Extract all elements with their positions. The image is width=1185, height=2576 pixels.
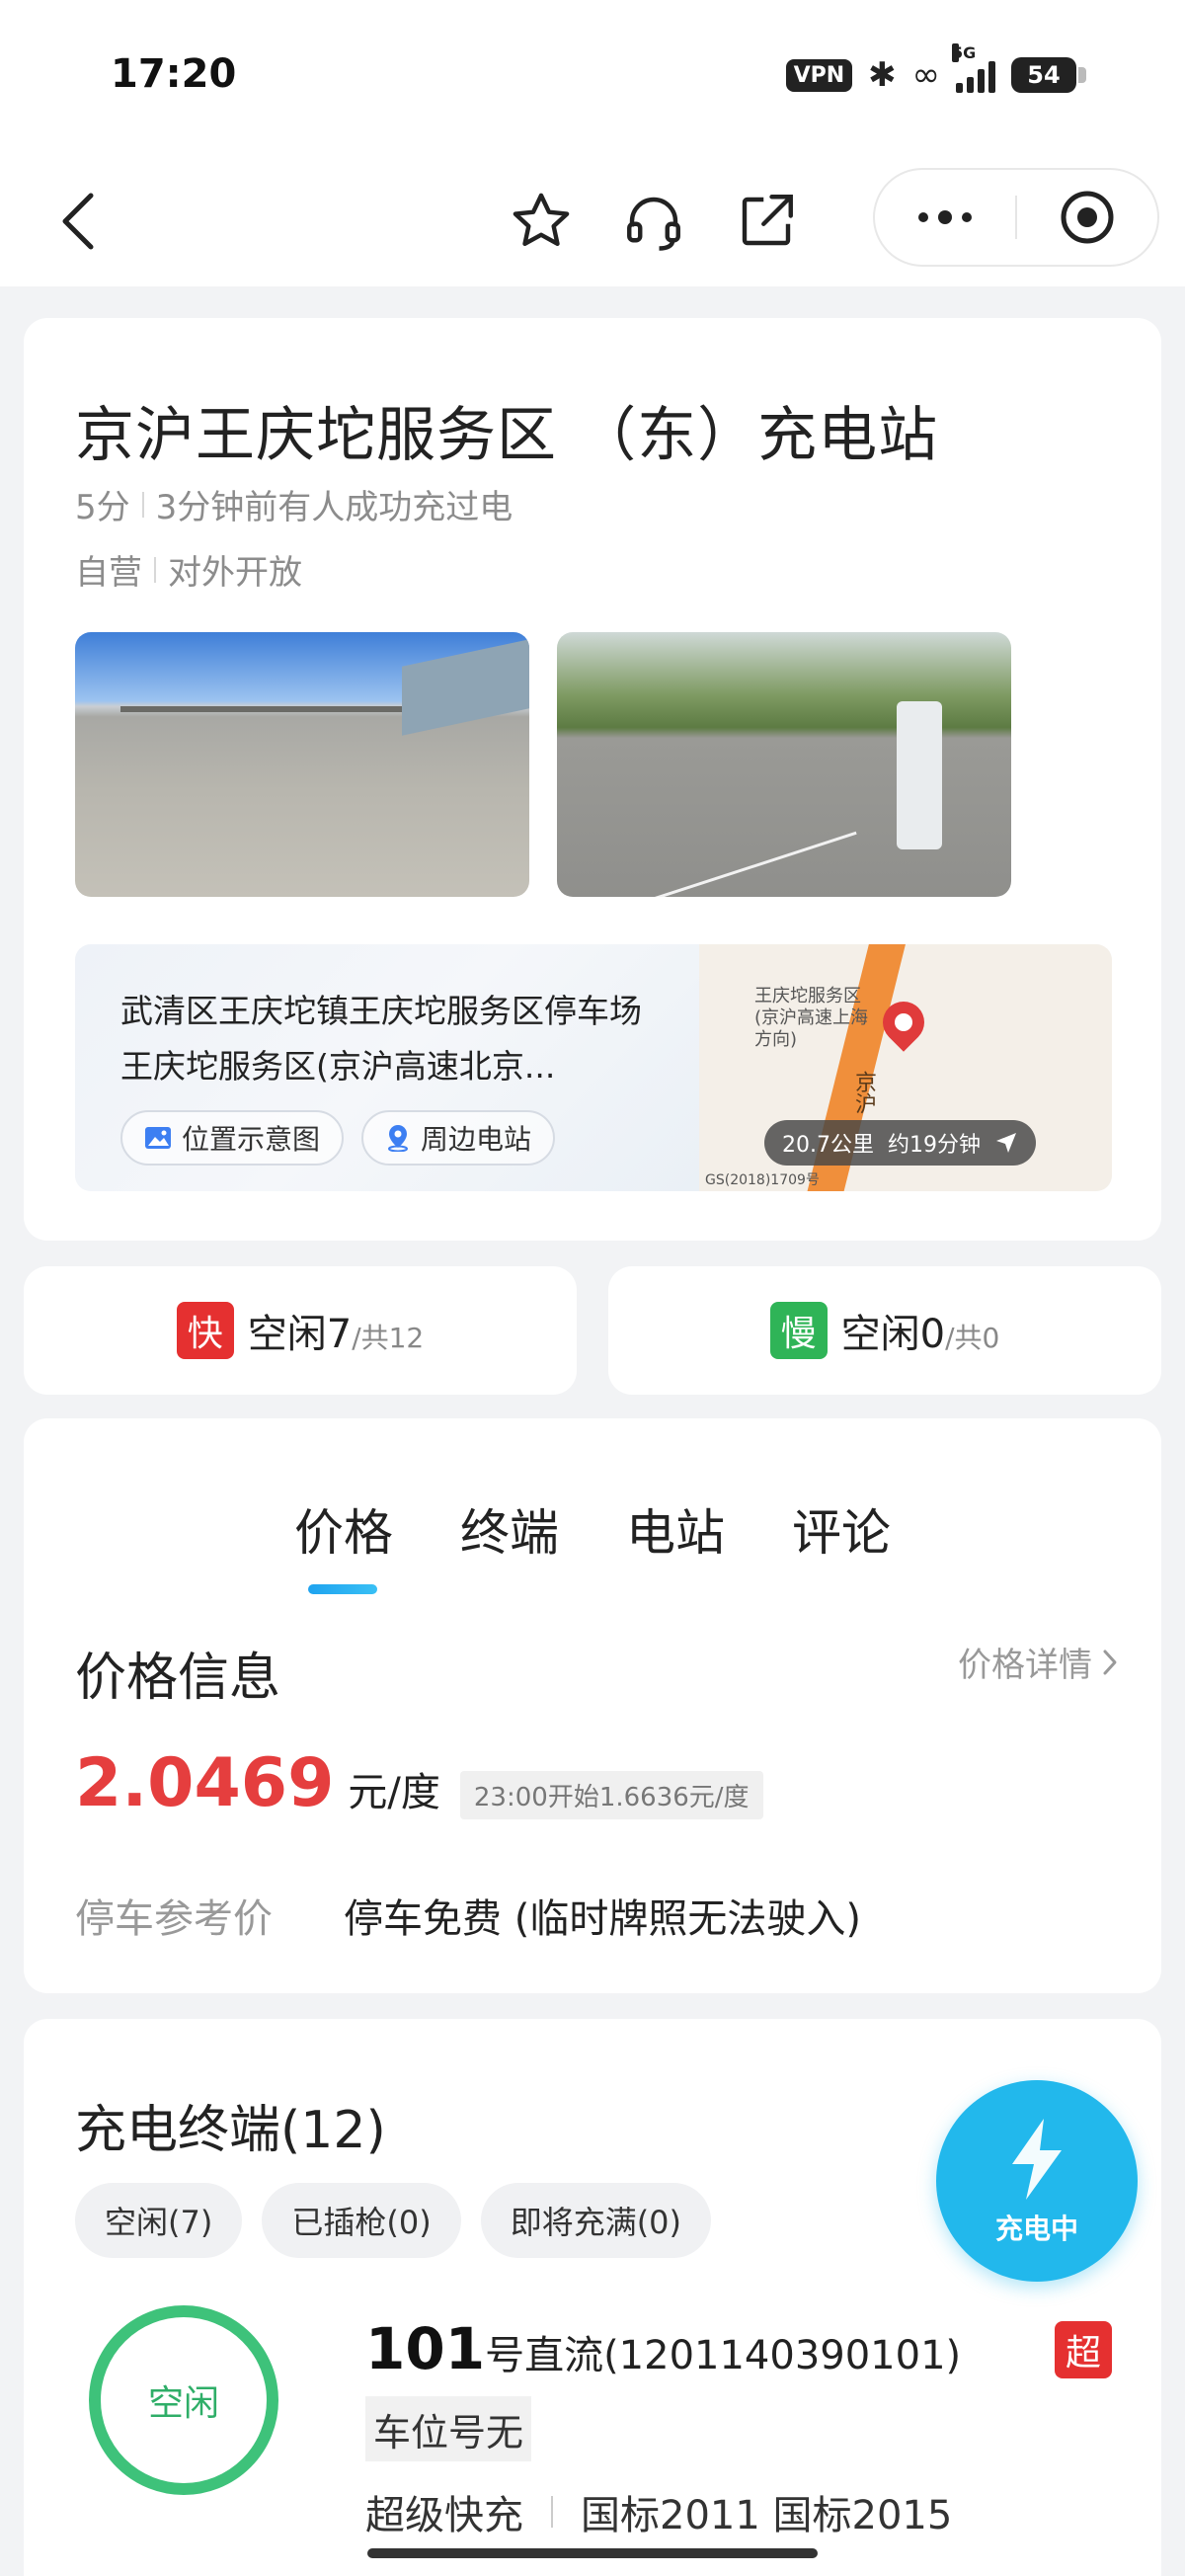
price-value: 2.0469: [75, 1744, 335, 1822]
miniapp-capsule: [873, 168, 1159, 267]
slow-charger-summary[interactable]: 慢 空闲0/共0: [608, 1266, 1161, 1395]
meta-divider: [154, 556, 156, 583]
more-button[interactable]: [875, 170, 1015, 265]
fast-tag: 快: [176, 1302, 234, 1359]
tab-price[interactable]: 价格: [294, 1493, 393, 1594]
pile-type: 超级快充: [365, 2493, 523, 2538]
station-photo-1[interactable]: [75, 632, 529, 897]
network-type: 5G: [952, 43, 977, 62]
price-detail-label: 价格详情: [958, 1646, 1092, 1685]
location-pin-icon: [388, 1125, 408, 1152]
more-icon: [918, 210, 972, 224]
lightning-icon: [1012, 2119, 1062, 2200]
location-diagram-label: 位置示意图: [182, 1123, 321, 1156]
map-road-label: 京沪: [851, 1071, 876, 1114]
station-info-card: 京沪王庆坨服务区 （东）充电站 5分 3分钟前有人成功充过电 自营 对外开放 武…: [24, 318, 1161, 1241]
signal-icon: 5G: [952, 43, 995, 93]
tab-station[interactable]: 电站: [626, 1493, 725, 1594]
address-section: 武清区王庆坨镇王庆坨服务区停车场王庆坨服务区(京沪高速北京... 位置示意图 周…: [75, 944, 699, 1191]
terminals-section-title: 充电终端(12): [75, 2101, 386, 2160]
parking-label: 停车参考价: [75, 1896, 273, 1942]
operation-type: 自营: [75, 553, 142, 593]
link-icon: ∞: [911, 55, 940, 95]
pile-standards: 国标2011 国标2015: [581, 2493, 953, 2538]
fast-charger-summary[interactable]: 快 空闲7/共12: [24, 1266, 577, 1395]
vpn-icon: VPN: [785, 58, 853, 92]
pile-title[interactable]: 101 号直流(1201140390101): [365, 2315, 961, 2382]
station-meta-row: 5分 3分钟前有人成功充过电: [75, 480, 513, 528]
navigation-arrow-icon: [996, 1133, 1016, 1153]
price-section-title: 价格信息: [75, 1649, 281, 1708]
price-card: 价格 终端 电站 评论 价格信息 价格详情 2.0469 元/度 23:00开始…: [24, 1418, 1161, 1993]
star-icon: [513, 193, 570, 247]
map-preview[interactable]: 京沪 王庆坨服务区(京沪高速上海方向) 20.7公里 约19分钟 GS(2018…: [699, 944, 1112, 1191]
station-photo-2[interactable]: [557, 632, 1011, 897]
tab-terminals[interactable]: 终端: [460, 1493, 559, 1594]
favorite-button[interactable]: [502, 182, 581, 261]
navigate-button[interactable]: 20.7公里 约19分钟: [764, 1120, 1036, 1166]
home-indicator[interactable]: [367, 2548, 818, 2558]
station-title: 京沪王庆坨服务区 （东）充电站: [75, 401, 939, 470]
price-row: 2.0469 元/度 23:00开始1.6636元/度: [75, 1744, 763, 1822]
location-diagram-button[interactable]: 位置示意图: [120, 1110, 345, 1166]
fast-free-count: 空闲7: [247, 1312, 353, 1357]
access-type: 对外开放: [168, 553, 302, 593]
parking-slot-tag: 车位号无: [365, 2396, 532, 2461]
slow-free-count: 空闲0: [840, 1312, 946, 1357]
status-bar: 17:20 VPN ✱ ∞ 5G 54: [0, 0, 1185, 158]
eta-text: 约19分钟: [888, 1133, 981, 1158]
parking-row: 停车参考价 停车免费 (临时牌照无法驶入): [75, 1887, 861, 1944]
station-type-row: 自营 对外开放: [75, 545, 302, 594]
tab-reviews[interactable]: 评论: [792, 1493, 891, 1594]
station-score: 5分: [75, 488, 130, 527]
close-miniapp-button[interactable]: [1017, 170, 1157, 265]
chevron-right-icon: [1103, 1650, 1117, 1674]
fast-total-count: /共12: [352, 1322, 425, 1354]
status-icons: VPN ✱ ∞ 5G 54: [785, 43, 1086, 95]
distance-text: 20.7公里: [782, 1133, 874, 1158]
nearby-stations-button[interactable]: 周边电站: [361, 1110, 556, 1166]
fast-availability: 空闲7/共12: [248, 1302, 425, 1359]
terminal-filters: 空闲(7) 已插枪(0) 即将充满(0): [75, 2183, 712, 2258]
pile-status-ring: 空闲: [89, 2305, 278, 2495]
battery-icon: 54: [1011, 57, 1086, 93]
parking-value: 停车免费 (临时牌照无法驶入): [344, 1896, 861, 1942]
pile-name: 号直流(1201140390101): [485, 2333, 962, 2378]
filter-free[interactable]: 空闲(7): [75, 2183, 243, 2258]
section-tabs: 价格 终端 电站 评论: [24, 1493, 1161, 1594]
image-icon: [145, 1127, 171, 1149]
bluetooth-icon: ✱: [868, 55, 897, 95]
filter-plugged[interactable]: 已插枪(0): [262, 2183, 461, 2258]
charging-fab-label: 充电中: [994, 2213, 1078, 2245]
filter-almost-full[interactable]: 即将充满(0): [480, 2183, 712, 2258]
back-button[interactable]: [40, 182, 118, 261]
address-panel: 武清区王庆坨镇王庆坨服务区停车场王庆坨服务区(京沪高速北京... 位置示意图 周…: [75, 944, 1112, 1191]
pile-number: 101: [365, 2315, 486, 2382]
pile-spec-row: 超级快充 国标2011 国标2015: [365, 2483, 952, 2540]
spec-divider: [551, 2496, 553, 2528]
headset-icon: [627, 197, 680, 251]
map-poi-label: 王庆坨服务区(京沪高速上海方向): [754, 986, 869, 1050]
recent-charge-note: 3分钟前有人成功充过电: [155, 488, 514, 527]
price-detail-link[interactable]: 价格详情: [958, 1638, 1118, 1686]
nearby-stations-label: 周边电站: [421, 1123, 532, 1156]
customer-service-button[interactable]: [614, 182, 693, 261]
super-charge-tag: 超: [1055, 2321, 1112, 2378]
slow-total-count: /共0: [945, 1322, 1000, 1354]
share-button[interactable]: [727, 182, 806, 261]
slow-availability: 空闲0/共0: [841, 1302, 1000, 1359]
top-nav: [0, 158, 1185, 286]
meta-divider: [141, 491, 144, 518]
status-time: 17:20: [111, 51, 237, 97]
target-icon: [1061, 191, 1114, 244]
slow-tag: 慢: [769, 1302, 828, 1359]
night-price-note: 23:00开始1.6636元/度: [459, 1771, 763, 1819]
price-unit: 元/度: [348, 1770, 440, 1815]
back-icon: [62, 193, 94, 250]
map-copyright: GS(2018)1709号: [705, 1172, 820, 1188]
share-icon: [742, 195, 793, 246]
charging-fab[interactable]: 充电中: [936, 2080, 1138, 2282]
station-address: 武清区王庆坨镇王庆坨服务区停车场王庆坨服务区(京沪高速北京...: [120, 992, 642, 1086]
